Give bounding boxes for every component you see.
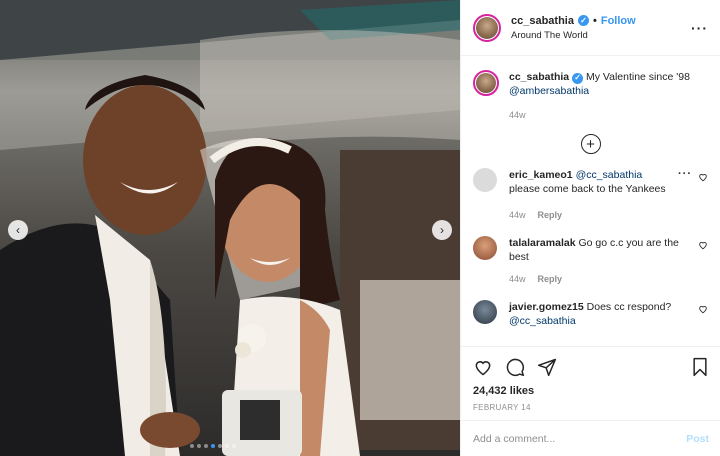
comment-input[interactable] [473, 432, 687, 445]
like-comment-heart-icon[interactable] [698, 304, 708, 314]
author-avatar[interactable] [473, 13, 501, 42]
carousel-indicator [190, 444, 236, 448]
add-comment-bar: Post [461, 420, 720, 456]
comment-time: 44w [509, 274, 526, 284]
post-comment-button[interactable]: Post [686, 433, 709, 445]
comment-text: please come back to the Yankees [509, 183, 666, 195]
commenter-avatar[interactable] [473, 236, 497, 260]
post-date: FEBRUARY 14 [473, 403, 531, 412]
follow-button[interactable]: Follow [601, 15, 636, 27]
post-side-panel: cc_sabathia ✓ • Follow Around The World … [460, 0, 720, 456]
plus-circle-icon[interactable]: + [580, 134, 601, 154]
carousel-dot [225, 444, 229, 448]
reply-button[interactable]: Reply [538, 272, 563, 286]
comment-item: eric_kameo1 @cc_sabathia please come bac… [473, 168, 708, 222]
like-comment-heart-icon[interactable] [698, 240, 708, 250]
comment-mention[interactable]: @cc_sabathia [576, 169, 643, 181]
comments-list: cc_sabathia ✓ My Valentine since '98 @am… [461, 56, 720, 346]
post-header: cc_sabathia ✓ • Follow Around The World … [461, 0, 720, 56]
commenter-username[interactable]: talalaramalak [509, 237, 576, 249]
caption-time: 44w [509, 110, 526, 120]
post-photo[interactable]: ‹ › [0, 0, 460, 456]
commenter-username[interactable]: eric_kameo1 [509, 169, 573, 181]
commenter-username[interactable]: javier.gomez15 [509, 301, 584, 313]
wedding-photo-illustration [0, 0, 460, 456]
like-comment-heart-icon[interactable] [698, 172, 708, 182]
share-send-icon[interactable] [537, 357, 557, 377]
author-username[interactable]: cc_sabathia [511, 15, 574, 27]
load-more-comments: + [473, 134, 708, 154]
caption-text: My Valentine since '98 [585, 71, 690, 83]
commenter-avatar[interactable] [473, 300, 497, 324]
post-caption: cc_sabathia ✓ My Valentine since '98 @am… [473, 70, 708, 122]
verified-badge-icon: ✓ [572, 72, 584, 84]
reply-button[interactable]: Reply [538, 208, 563, 222]
more-horizontal-icon[interactable]: ··· [691, 20, 708, 36]
carousel-prev-button[interactable]: ‹ [8, 220, 28, 240]
comment-item: talalaramalak Go go c.c you are the best… [473, 236, 708, 286]
like-heart-icon[interactable] [473, 357, 493, 377]
carousel-dot [218, 444, 222, 448]
carousel-next-button[interactable]: › [432, 220, 452, 240]
comment-item: javier.gomez15 Does cc respond? @cc_saba… [473, 300, 708, 328]
commenter-avatar[interactable] [473, 168, 497, 192]
post-location[interactable]: Around The World [511, 30, 691, 41]
post-actions: 24,432 likes FEBRUARY 14 [461, 346, 720, 412]
comment-options-icon[interactable]: ··· [678, 168, 692, 180]
carousel-dot [197, 444, 201, 448]
caption-avatar[interactable] [473, 70, 499, 96]
bookmark-save-icon[interactable] [691, 357, 709, 377]
comment-text: Does cc respond? [586, 301, 672, 313]
likes-count[interactable]: 24,432 likes [473, 385, 709, 397]
instagram-post-view: ‹ › cc_sabathia ✓ • Follow Around The Wo… [0, 0, 720, 456]
chevron-right-icon: › [440, 223, 444, 237]
carousel-dot [190, 444, 194, 448]
caption-mention[interactable]: @ambersabathia [509, 85, 589, 97]
carousel-dot [204, 444, 208, 448]
comment-mention[interactable]: @cc_sabathia [509, 315, 576, 327]
comment-bubble-icon[interactable] [505, 357, 525, 377]
carousel-dot [211, 444, 215, 448]
comment-time: 44w [509, 210, 526, 220]
caption-username[interactable]: cc_sabathia [509, 71, 569, 83]
separator-dot: • [592, 14, 597, 27]
carousel-dot [232, 444, 236, 448]
verified-badge-icon: ✓ [577, 15, 589, 26]
chevron-left-icon: ‹ [16, 223, 20, 237]
